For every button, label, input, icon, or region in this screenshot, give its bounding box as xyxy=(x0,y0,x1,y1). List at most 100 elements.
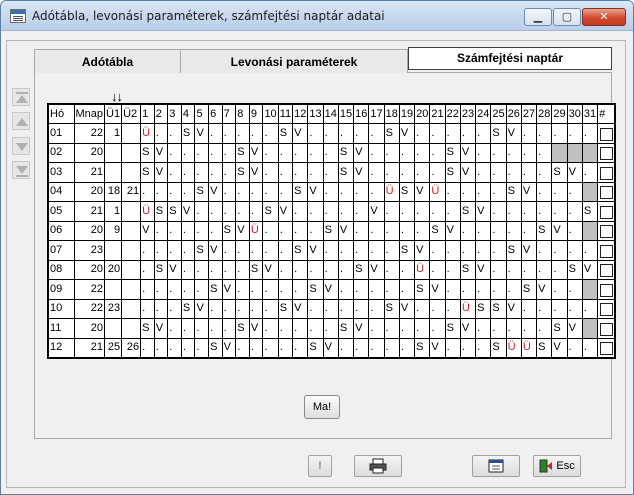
month-info-cell[interactable] xyxy=(104,162,123,183)
day-cell[interactable]: . xyxy=(566,123,583,144)
day-cell[interactable]: . xyxy=(194,201,210,222)
day-cell[interactable]: . xyxy=(444,279,461,300)
day-cell[interactable]: . xyxy=(566,201,583,222)
day-cell[interactable]: S xyxy=(235,162,250,183)
month-info-cell[interactable]: 25 xyxy=(104,337,123,358)
day-cell[interactable] xyxy=(581,220,599,241)
day-cell[interactable]: S xyxy=(322,220,339,241)
day-cell[interactable]: . xyxy=(566,240,583,261)
day-cell[interactable]: . xyxy=(368,220,385,241)
day-cell[interactable]: . xyxy=(551,259,568,280)
day-cell[interactable]: . xyxy=(353,298,370,319)
month-info-cell[interactable]: 20 xyxy=(73,181,106,202)
day-cell[interactable]: . xyxy=(322,240,339,261)
day-cell[interactable]: V xyxy=(398,298,416,319)
day-cell[interactable]: . xyxy=(208,123,223,144)
month-info-cell[interactable]: 04 xyxy=(47,181,75,202)
day-cell[interactable]: . xyxy=(153,181,169,202)
day-cell[interactable] xyxy=(581,181,599,202)
day-cell[interactable]: . xyxy=(292,279,309,300)
month-info-cell[interactable]: 18 xyxy=(104,181,123,202)
row-checkbox[interactable] xyxy=(600,322,614,336)
day-cell[interactable]: . xyxy=(444,181,461,202)
day-cell[interactable]: V xyxy=(322,337,339,358)
day-cell[interactable]: S xyxy=(221,220,237,241)
day-cell[interactable]: . xyxy=(368,142,385,163)
today-button[interactable]: Ma! xyxy=(304,395,340,419)
table-row[interactable]: 02 20 S V..... S V..... S V..... S V..... xyxy=(47,142,616,163)
day-cell[interactable]: . xyxy=(322,181,339,202)
day-cell[interactable]: . xyxy=(277,318,294,339)
day-cell[interactable]: . xyxy=(520,220,538,241)
day-cell[interactable]: . xyxy=(459,181,477,202)
day-cell[interactable]: . xyxy=(536,318,553,339)
day-cell[interactable]: . xyxy=(505,162,522,183)
day-cell[interactable]: . xyxy=(140,240,155,261)
day-cell[interactable]: . xyxy=(248,201,264,222)
day-cell[interactable]: . xyxy=(444,240,461,261)
day-cell[interactable]: . xyxy=(536,181,553,202)
day-cell[interactable]: V xyxy=(475,259,492,280)
month-info-cell[interactable]: 09 xyxy=(47,279,75,300)
month-info-cell[interactable] xyxy=(121,201,142,222)
day-cell[interactable]: V xyxy=(414,181,431,202)
day-cell[interactable]: V xyxy=(429,279,446,300)
print-button[interactable] xyxy=(354,455,402,477)
month-info-cell[interactable] xyxy=(104,240,123,261)
day-cell[interactable]: S xyxy=(398,240,416,261)
day-cell[interactable]: S xyxy=(490,298,507,319)
day-cell[interactable]: . xyxy=(194,259,210,280)
day-cell[interactable]: . xyxy=(153,240,169,261)
day-cell[interactable]: . xyxy=(277,142,294,163)
month-info-cell[interactable]: 20 xyxy=(104,259,123,280)
month-info-cell[interactable] xyxy=(121,259,142,280)
day-cell[interactable]: . xyxy=(322,201,339,222)
day-cell[interactable]: . xyxy=(221,142,237,163)
day-cell[interactable]: . xyxy=(277,181,294,202)
day-cell[interactable]: V xyxy=(444,220,461,241)
month-info-cell[interactable]: 07 xyxy=(47,240,75,261)
day-cell[interactable]: V xyxy=(194,123,210,144)
row-checkbox[interactable] xyxy=(600,186,614,200)
day-cell[interactable]: V xyxy=(292,123,309,144)
month-info-cell[interactable]: 21 xyxy=(73,337,106,358)
day-cell[interactable]: . xyxy=(208,298,223,319)
day-cell[interactable]: S xyxy=(194,181,210,202)
day-cell[interactable]: V xyxy=(475,201,492,222)
day-cell[interactable]: . xyxy=(368,337,385,358)
day-cell[interactable]: V xyxy=(292,298,309,319)
day-cell[interactable]: S xyxy=(208,279,223,300)
day-cell[interactable]: V xyxy=(262,259,279,280)
day-cell[interactable]: . xyxy=(353,181,370,202)
day-cell[interactable]: . xyxy=(221,318,237,339)
day-cell[interactable]: V xyxy=(353,142,370,163)
month-info-cell[interactable] xyxy=(121,298,142,319)
row-checkbox[interactable] xyxy=(600,205,614,219)
day-cell[interactable]: S xyxy=(536,337,553,358)
day-cell[interactable]: . xyxy=(248,123,264,144)
day-cell[interactable]: . xyxy=(475,142,492,163)
day-cell[interactable]: . xyxy=(337,240,355,261)
day-cell[interactable]: . xyxy=(490,142,507,163)
day-cell[interactable]: . xyxy=(292,162,309,183)
day-cell[interactable]: . xyxy=(322,298,339,319)
month-info-cell[interactable]: 20 xyxy=(73,142,106,163)
day-cell[interactable]: . xyxy=(337,259,355,280)
month-info-cell[interactable]: 22 xyxy=(73,279,106,300)
day-cell[interactable]: . xyxy=(277,220,294,241)
row-checkbox-cell[interactable] xyxy=(597,337,616,358)
day-cell[interactable]: V xyxy=(194,298,210,319)
row-checkbox-cell[interactable] xyxy=(597,279,616,300)
day-cell[interactable]: . xyxy=(353,123,370,144)
day-cell[interactable]: . xyxy=(475,279,492,300)
day-cell[interactable]: . xyxy=(262,318,279,339)
row-checkbox-cell[interactable] xyxy=(597,318,616,339)
day-cell[interactable]: . xyxy=(307,259,324,280)
day-cell[interactable]: . xyxy=(490,318,507,339)
day-cell[interactable]: Ü xyxy=(140,123,155,144)
day-cell[interactable]: . xyxy=(520,142,538,163)
day-cell[interactable]: . xyxy=(353,279,370,300)
day-cell[interactable]: V xyxy=(551,337,568,358)
day-cell[interactable]: . xyxy=(180,240,196,261)
day-cell[interactable]: . xyxy=(383,279,400,300)
